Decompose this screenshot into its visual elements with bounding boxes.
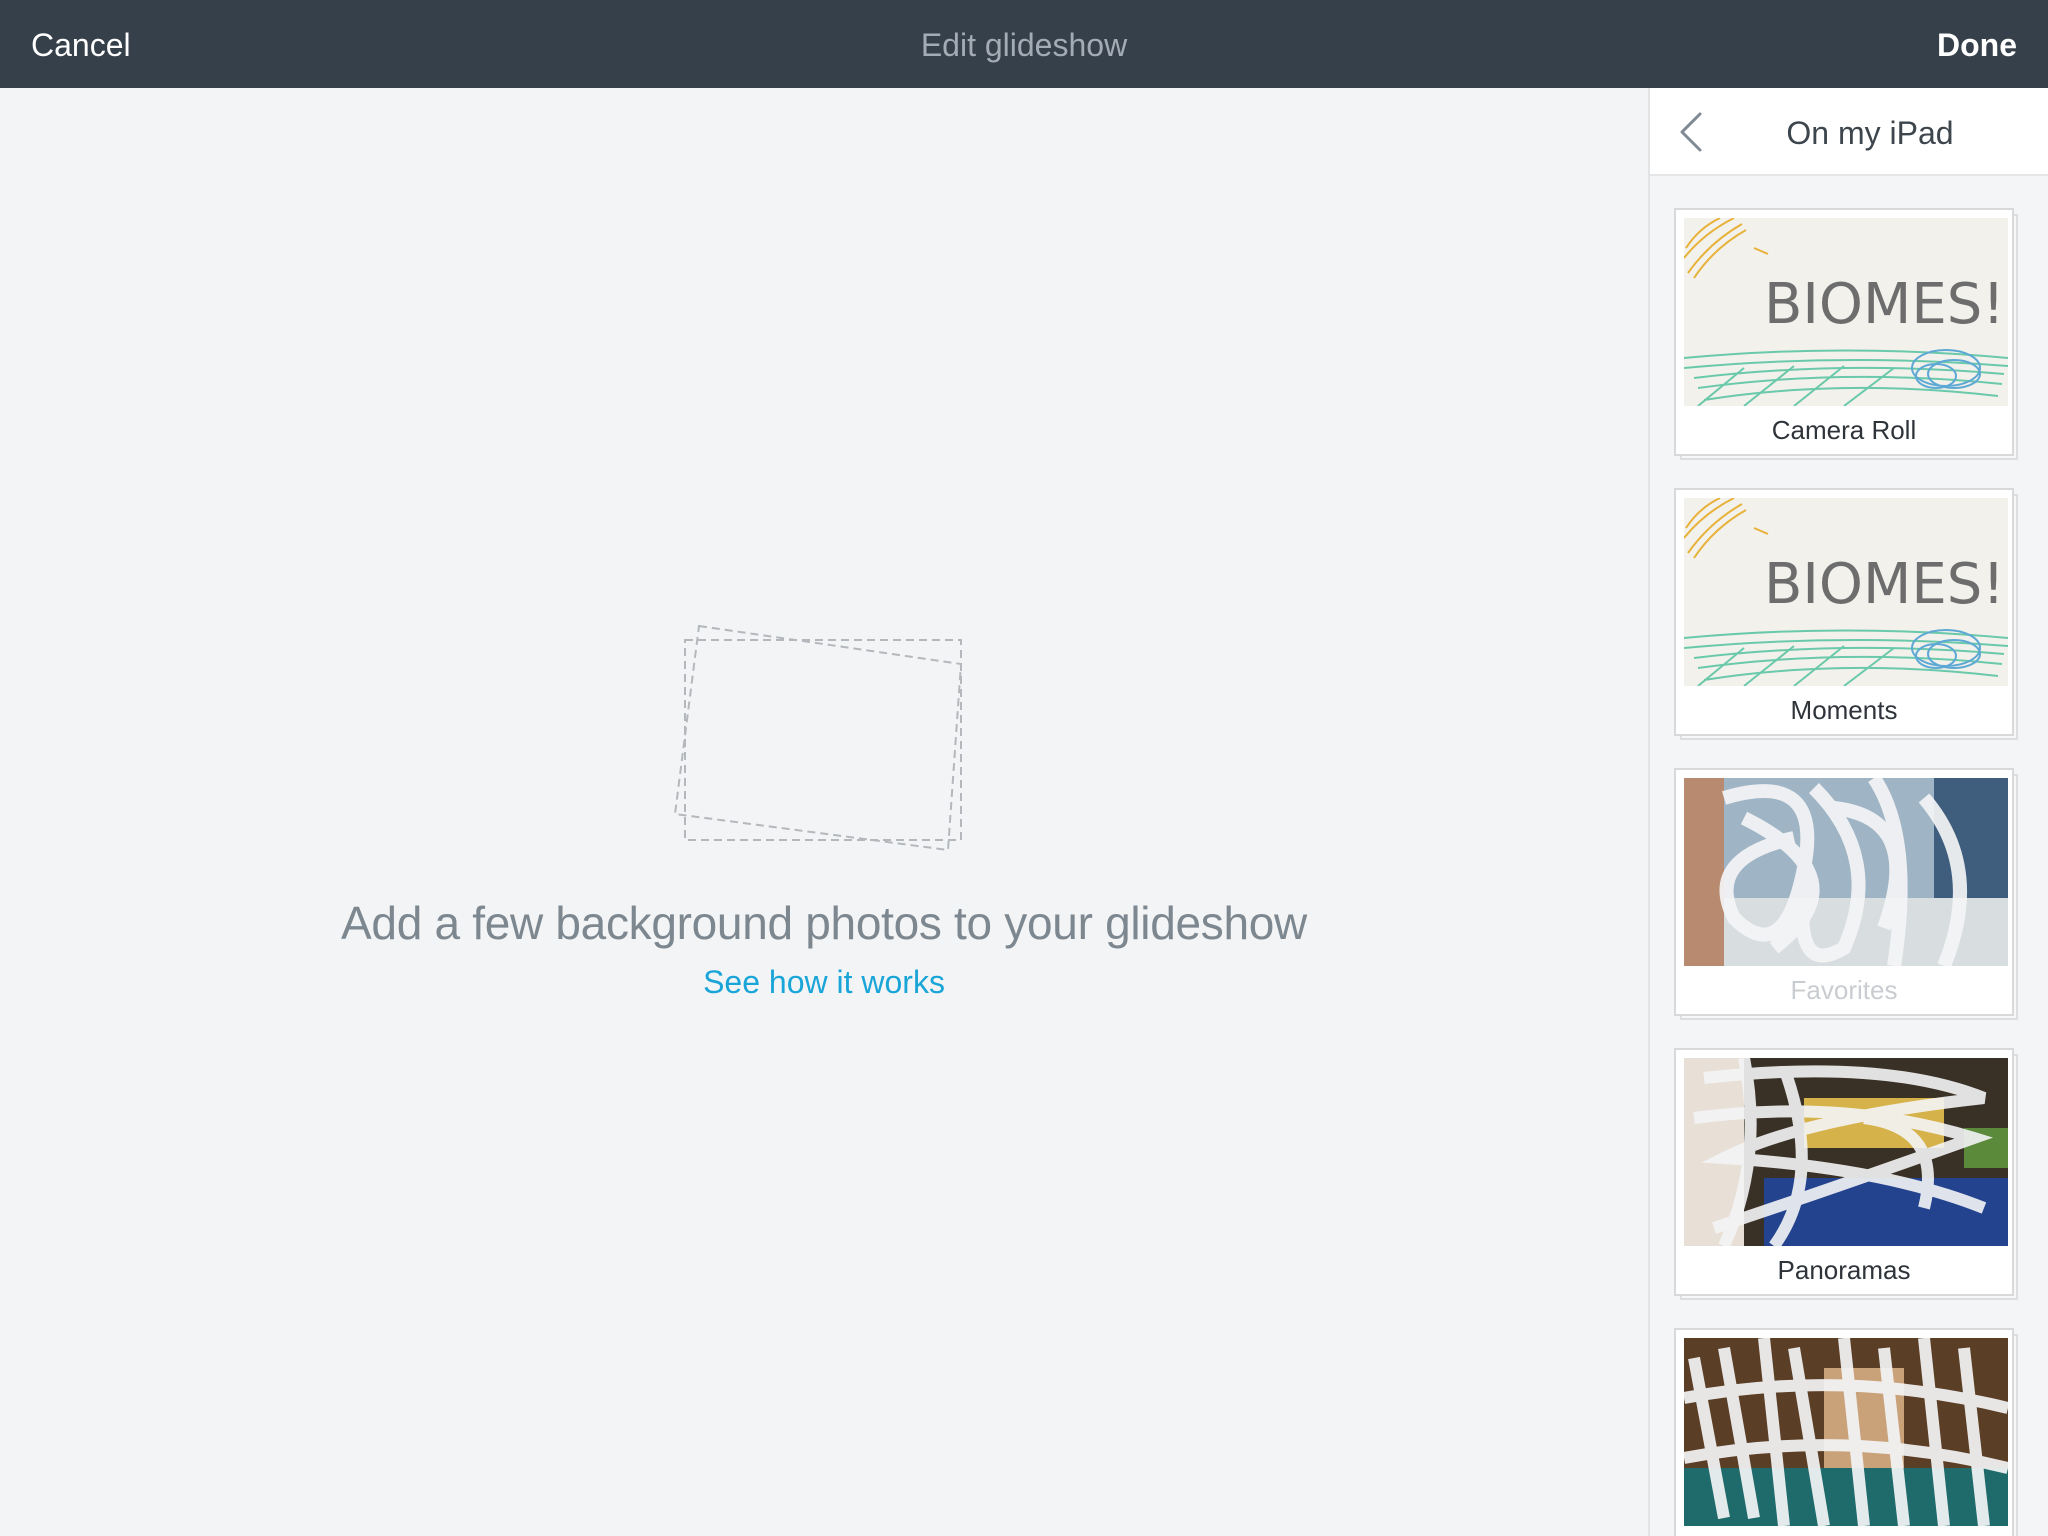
album-thumbnail: BIOMES! — [1684, 218, 2008, 406]
album-thumbnail: BIOMES! — [1684, 498, 2008, 686]
album-partial[interactable] — [1674, 1328, 2018, 1536]
sidebar-header: On my iPad — [1650, 88, 2048, 176]
done-button[interactable]: Done — [1937, 0, 2017, 88]
album-camera-roll[interactable]: BIOMES! Camera Roll — [1674, 208, 2018, 460]
album-label: Camera Roll — [1771, 415, 1917, 445]
photo-stack-placeholder-icon — [673, 624, 963, 852]
page-title: Edit glideshow — [920, 27, 1128, 63]
album-card — [1674, 1328, 2014, 1536]
thumbnail-handwriting: BIOMES! — [1764, 272, 2005, 337]
sidebar-title: On my iPad — [1786, 115, 1954, 151]
album-card: Favorites — [1674, 768, 2014, 1016]
album-thumbnail — [1684, 1058, 2008, 1246]
thumbnail-handwriting: BIOMES! — [1764, 552, 2005, 617]
album-label: Panoramas — [1777, 1255, 1911, 1285]
album-thumbnail — [1684, 778, 2008, 966]
album-label — [1676, 1530, 2012, 1536]
album-card: Panoramas — [1674, 1048, 2014, 1296]
empty-state-area: Add a few background photos to your glid… — [0, 88, 1648, 1536]
empty-state-title: Add a few background photos to your glid… — [341, 897, 1307, 949]
album-panoramas[interactable]: Panoramas — [1674, 1048, 2018, 1300]
album-thumbnail — [1684, 1338, 2008, 1526]
album-label: Moments — [1790, 695, 1898, 725]
see-how-it-works-link[interactable]: See how it works — [0, 964, 1648, 1001]
album-favorites[interactable]: Favorites — [1674, 768, 2018, 1020]
album-card: BIOMES! Camera Roll — [1674, 208, 2014, 456]
album-label: Favorites — [1790, 975, 1898, 1005]
album-picker-sidebar: On my iPad BIOMES! Camera Roll BIOMES! M… — [1648, 88, 2048, 1536]
album-card: BIOMES! Moments — [1674, 488, 2014, 736]
top-navigation-bar: Cancel Edit glideshow Done — [0, 0, 2048, 88]
album-moments[interactable]: BIOMES! Moments — [1674, 488, 2018, 740]
